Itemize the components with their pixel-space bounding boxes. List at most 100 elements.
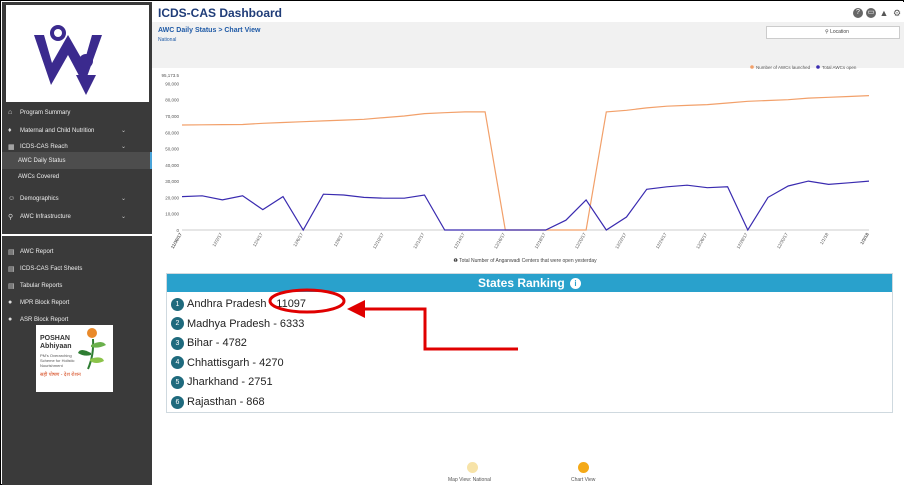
series-line bbox=[181, 95, 870, 231]
y-tick-label: 70,000 bbox=[165, 114, 179, 119]
chart-view-toggle[interactable] bbox=[578, 462, 589, 473]
breadcrumb-parent[interactable]: AWC Daily Status bbox=[158, 27, 216, 34]
y-tick-label: 20,000 bbox=[165, 195, 179, 200]
people-icon: ☺ bbox=[8, 195, 16, 202]
x-tick-label: 12/28/17 bbox=[736, 232, 749, 250]
ranking-row: 6 Rajasthan - 868 bbox=[171, 394, 265, 410]
sidebar-item-label: Maternal and Child Nutrition bbox=[20, 127, 95, 134]
ranking-row: 1 Andhra Pradesh - 11097 bbox=[171, 296, 306, 312]
main-panel: ICDS-CAS Dashboard ? ▭ ▲ ⚙ AWC Daily Sta… bbox=[152, 2, 904, 485]
poshan-title: POSHAN bbox=[40, 335, 70, 342]
ranking-row: 2 Madhya Pradesh - 6333 bbox=[171, 316, 304, 332]
rank-number-badge: 6 bbox=[171, 395, 184, 409]
poshan-abhiyaan-logo: POSHAN Abhiyaan PM's Overarching Scheme … bbox=[36, 325, 113, 392]
x-tick-label: 12/12/17 bbox=[412, 232, 425, 250]
page-title: ICDS-CAS Dashboard bbox=[158, 6, 283, 20]
map-view-toggle[interactable] bbox=[467, 462, 478, 473]
location-pin-icon: ⚲ bbox=[825, 29, 829, 35]
report-icon: ▤ bbox=[8, 282, 15, 290]
ranking-state-value: Madhya Pradesh - 6333 bbox=[187, 317, 305, 330]
chevron-down-icon: ⌄ bbox=[120, 128, 126, 134]
y-tick-label: 90,000 bbox=[165, 81, 179, 86]
sidebar-item-awc-report[interactable]: ▤ AWC Report bbox=[2, 243, 152, 260]
sidebar-item-awc-infrastructure[interactable]: ⚲ AWC Infrastructure ⌄ bbox=[2, 208, 152, 225]
screenshot-frame: ⌂ Program Summary ♦ Maternal and Child N… bbox=[0, 0, 904, 485]
rank-number-badge: 4 bbox=[171, 356, 184, 370]
user-icon: ● bbox=[8, 299, 13, 306]
chevron-down-icon: ⌄ bbox=[120, 196, 126, 202]
sidebar-item-label: Tabular Reports bbox=[20, 282, 63, 289]
series-line bbox=[181, 180, 870, 232]
x-tick-label: 12/30/17 bbox=[776, 232, 789, 250]
x-tick-label: 12/10/17 bbox=[372, 232, 385, 250]
sidebar-item-awcs-covered[interactable]: AWCs Covered bbox=[2, 168, 152, 185]
legend-label: Number of AWCs launched bbox=[756, 65, 811, 70]
user-icon: ● bbox=[8, 316, 13, 323]
sidebar-item-label: ASR Block Report bbox=[20, 316, 69, 323]
ranking-state-value: Andhra Pradesh - 11097 bbox=[187, 298, 307, 310]
x-tick-label: 12/22/17 bbox=[614, 232, 627, 250]
chevron-down-icon: ⌄ bbox=[120, 144, 126, 150]
sidebar-item-label: Program Summary bbox=[20, 109, 71, 116]
rank-number-badge: 3 bbox=[171, 336, 184, 350]
sidebar-item-tabular-reports[interactable]: ▤ Tabular Reports bbox=[2, 277, 152, 294]
ranking-row: 5 Jharkhand - 2751 bbox=[171, 374, 273, 390]
sidebar-item-demographics[interactable]: ☺ Demographics ⌄ bbox=[2, 190, 152, 207]
y-tick-label: 60,000 bbox=[165, 130, 179, 135]
location-button[interactable]: ⚲ Location bbox=[766, 26, 900, 39]
x-tick-label: 12/4/17 bbox=[252, 232, 264, 248]
x-tick-label: 12/14/17 bbox=[453, 232, 466, 250]
pin-icon: ⚲ bbox=[8, 213, 14, 221]
breadcrumb-current: Chart View bbox=[224, 27, 261, 34]
x-tick-label: 12/6/17 bbox=[292, 232, 304, 248]
y-tick-label: 95,173.5 bbox=[161, 73, 179, 78]
sidebar-item-label: MPR Block Report bbox=[20, 299, 70, 306]
info-icon[interactable]: i bbox=[570, 278, 582, 289]
sidebar-item-label: AWC Infrastructure bbox=[20, 213, 71, 220]
states-ranking-title: States Ranking bbox=[477, 276, 565, 290]
x-tick-label: 11/30/17 bbox=[170, 232, 183, 250]
sidebar-item-awc-daily-status[interactable]: AWC Daily Status bbox=[2, 152, 152, 169]
settings-icon[interactable]: ⚙ bbox=[892, 8, 902, 18]
sidebar-item-mpr-block-report[interactable]: ● MPR Block Report bbox=[2, 294, 152, 311]
y-tick-label: 80,000 bbox=[165, 98, 179, 103]
help-icon[interactable]: ? bbox=[853, 8, 863, 18]
sidebar-item-program-summary[interactable]: ⌂ Program Summary bbox=[2, 104, 152, 121]
states-ranking-header: States Ranking i bbox=[167, 274, 892, 292]
x-tick-label: 1/3/18 bbox=[859, 232, 870, 246]
sidebar-item-label: AWC Report bbox=[20, 248, 54, 255]
legend-marker bbox=[816, 65, 820, 69]
poshan-subtitle: Abhiyaan bbox=[40, 343, 72, 350]
sidebar-item-label: AWC Daily Status bbox=[18, 157, 66, 164]
rank-number-badge: 5 bbox=[171, 375, 184, 389]
sidebar-item-label: AWCs Covered bbox=[18, 173, 60, 180]
sidebar-item-label: ICDS-CAS Fact Sheets bbox=[20, 265, 83, 272]
poshan-tagline: सही पोषण - देश रोशन bbox=[40, 372, 81, 378]
report-icon: ▤ bbox=[8, 248, 15, 256]
legend-label: Total AWCs open bbox=[822, 65, 857, 70]
x-tick-label: 1/1/18 bbox=[819, 232, 830, 246]
ranking-row: 4 Chhattisgarh - 4270 bbox=[171, 355, 284, 371]
home-icon: ⌂ bbox=[8, 109, 13, 116]
ranking-state-value: Jharkhand - 2751 bbox=[187, 376, 273, 389]
sidebar: ⌂ Program Summary ♦ Maternal and Child N… bbox=[2, 2, 152, 485]
icds-logo bbox=[6, 5, 149, 102]
states-ranking-panel: States Ranking i 1 Andhra Pradesh - 11097… bbox=[166, 273, 893, 413]
location-button-label: Location bbox=[830, 29, 849, 35]
y-tick-label: 50,000 bbox=[165, 147, 179, 152]
alert-icon[interactable]: ▲ bbox=[879, 8, 889, 18]
scope-label: National bbox=[158, 37, 177, 43]
breadcrumb: AWC Daily Status > Chart View bbox=[158, 27, 260, 34]
sidebar-item-fact-sheets[interactable]: ▤ ICDS-CAS Fact Sheets bbox=[2, 260, 152, 277]
x-tick-label: 12/24/17 bbox=[655, 232, 668, 250]
print-icon[interactable]: ▭ bbox=[866, 8, 876, 18]
rank-number-badge: 1 bbox=[171, 297, 184, 311]
chart-view-label: Chart View bbox=[571, 477, 596, 483]
chart-icon: ▦ bbox=[8, 143, 15, 151]
sidebar-item-maternal-child-nutrition[interactable]: ♦ Maternal and Child Nutrition ⌄ bbox=[2, 122, 152, 139]
map-view-label: Map View: National bbox=[448, 477, 491, 483]
ranking-row: 3 Bihar - 4782 bbox=[171, 335, 247, 351]
sidebar-item-label: ICDS-CAS Reach bbox=[20, 143, 68, 150]
y-tick-label: 30,000 bbox=[165, 179, 179, 184]
poshan-desc-line3: Nourishment bbox=[40, 363, 63, 368]
